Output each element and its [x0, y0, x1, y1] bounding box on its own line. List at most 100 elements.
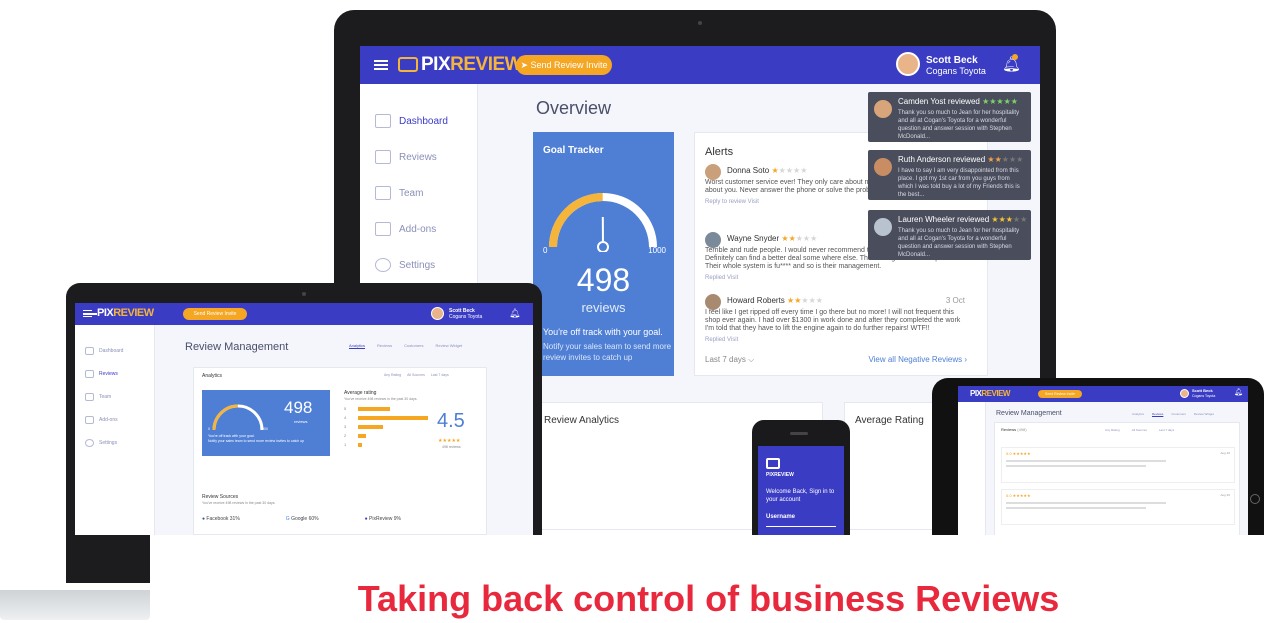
goal-tracker-card: Goal Tracker 0 1000 498 reviews You're o… [533, 132, 674, 376]
date-filter[interactable]: Last 7 days [1159, 428, 1174, 432]
rating-bar-label: 4 [344, 415, 347, 420]
avatar [705, 294, 721, 310]
phone-screen: PIXREVIEW Welcome Back, Sign in to your … [758, 446, 844, 536]
logo[interactable]: PIXREVIEW [970, 389, 1010, 398]
star-rating: 5.0 ★★★★★ [1006, 493, 1031, 498]
rating-filter[interactable]: Any Rating [1105, 428, 1120, 432]
sidebar-item-team[interactable]: Team [85, 393, 111, 401]
user-info[interactable]: Scott Beck Cogans Toyota [1192, 388, 1215, 398]
star-empty: ★★★★ [778, 166, 808, 175]
laptop-base [0, 590, 150, 620]
rating-bar-row: 2 [344, 433, 434, 439]
send-review-invite-button[interactable]: Send Review Invite [1038, 390, 1082, 398]
date-range-select[interactable]: Last 7 days ⌵ [705, 355, 754, 365]
logo-icon [766, 458, 780, 469]
sidebar-item-team[interactable]: Team [375, 186, 423, 200]
star-rating: ★★★★★ [438, 438, 461, 444]
send-review-invite-button[interactable]: Send Review Invite [183, 308, 247, 320]
review-toast[interactable]: Lauren Wheeler reviewed ★★★★★ Thank you … [868, 210, 1031, 260]
sidebar-item-label: Dashboard [399, 115, 448, 127]
review-actions[interactable]: Replied Visit [705, 336, 965, 344]
source-name: Facebook [206, 516, 229, 522]
review-date: 3 Oct [945, 296, 965, 305]
star-rating: ★★ [787, 296, 802, 305]
bell-icon[interactable]: 🔔︎ [1234, 388, 1243, 396]
user-info[interactable]: Scott Beck Cogans Toyota [449, 308, 482, 320]
tab-analytics[interactable]: Analytics [1132, 412, 1144, 416]
cart-icon [375, 222, 391, 236]
sidebar-item-label: Team [99, 394, 112, 400]
send-review-invite-button[interactable]: ➤ Send Review Invite [516, 55, 612, 75]
review-count: 498 [576, 262, 631, 298]
rating-bar-row: 1 [344, 442, 434, 448]
tab-reviews[interactable]: Reviews [1152, 412, 1163, 416]
sidebar-item-label: Dashboard [99, 348, 124, 354]
sidebar-item-reviews[interactable]: Reviews [85, 370, 118, 378]
toast-verb: reviewed [957, 215, 990, 224]
invite-label: Send Review Invite [530, 60, 608, 70]
tab-reviews[interactable]: Reviews [377, 343, 392, 348]
filter-bar: Any Rating All Sources Last 7 days [384, 373, 449, 377]
sidebar-item-add-ons[interactable]: Add-ons [85, 416, 118, 424]
tab-review-widget[interactable]: Review Widget [435, 343, 462, 348]
logo-review: REVIEW [450, 54, 523, 75]
review-card[interactable]: 5.0 ★★★★★ Aug 26 [1001, 489, 1235, 525]
rating-bar [358, 425, 383, 429]
user-company: Cogans Toyota [449, 314, 483, 320]
avg-reviews-count: 498 reviews [442, 445, 461, 449]
sidebar-item-dashboard[interactable]: Dashboard [375, 114, 448, 128]
user-info[interactable]: Scott Beck Cogans Toyota [926, 55, 986, 77]
sidebar-item-settings[interactable]: Settings [375, 258, 435, 272]
star-empty: ★★★ [1001, 155, 1024, 164]
page-title: Review Management [996, 410, 1062, 417]
review-count: 498 [284, 398, 313, 417]
rating-bar-label: 3 [344, 424, 347, 429]
top-bar: PIXREVIEW ➤ Send Review Invite Scott Bec… [360, 46, 1040, 84]
card-title: Review Analytics [544, 415, 620, 426]
rating-bar-row: 5 [344, 406, 434, 412]
goal-message: You're off track with your goal. Notify y… [543, 327, 673, 363]
source-filter[interactable]: All Sources [407, 373, 425, 377]
review-toast[interactable]: Ruth Anderson reviewed ★★★★★ I have to s… [868, 150, 1031, 200]
date-filter[interactable]: Last 7 days [431, 373, 449, 377]
avg-rating-title: Average rating [344, 390, 377, 396]
avatar[interactable] [896, 52, 920, 76]
username-input[interactable] [766, 526, 836, 527]
menu-icon[interactable] [374, 60, 388, 70]
bell-icon[interactable]: 🔔︎ [509, 308, 520, 319]
review-actions[interactable]: Replied Visit [705, 274, 965, 282]
goal-message-main: You're off track with your goal. [208, 434, 255, 438]
review-card[interactable]: 5.0 ★★★★★ Aug 26 [1001, 447, 1235, 483]
source-filter[interactable]: All Sources [1132, 428, 1147, 432]
avatar[interactable] [1180, 389, 1189, 398]
avatar [874, 100, 892, 118]
gauge-max: 1000 [260, 427, 268, 431]
sidebar-item-dashboard[interactable]: Dashboard [85, 347, 123, 355]
logo[interactable]: PIXREVIEW [97, 307, 154, 319]
tab-customers[interactable]: Customers [1171, 412, 1186, 416]
avg-rating-value: 4.5 [437, 410, 465, 432]
goal-tracker-title: Goal Tracker [543, 145, 604, 156]
toast-text: I have to say I am very disappointed fro… [898, 168, 1020, 198]
sidebar-item-add-ons[interactable]: Add-ons [375, 222, 436, 236]
alert-header: Howard Roberts ★★★★★ 3 Oct [727, 297, 965, 309]
star-rating: ★★★★★ [982, 97, 1018, 106]
reviews-card: Reviews (498) Any Rating All Sources Las… [994, 422, 1240, 536]
tab-customers[interactable]: Customers [404, 343, 423, 348]
menu-icon[interactable] [83, 310, 97, 317]
sidebar-item-reviews[interactable]: Reviews [375, 150, 437, 164]
logo[interactable]: PIXREVIEW [398, 54, 523, 76]
tablet-screen: PIXREVIEW Send Review Invite Scott Beck C… [958, 386, 1248, 536]
view-all-negative-link[interactable]: View all Negative Reviews › [868, 355, 967, 364]
username-label: Username [766, 514, 796, 520]
rating-filter[interactable]: Any Rating [384, 373, 401, 377]
alert-item[interactable]: Howard Roberts ★★★★★ 3 Oct I feel like I … [705, 294, 965, 344]
tab-analytics[interactable]: Analytics [349, 343, 365, 348]
tab-review-widget[interactable]: Review Widget [1194, 412, 1214, 416]
view-all-label: View all Negative Reviews [868, 355, 963, 364]
review-toast[interactable]: Camden Yost reviewed ★★★★★ Thank you so … [868, 92, 1031, 142]
sidebar-item-settings[interactable]: Settings [85, 439, 117, 447]
reviewer-name: Wayne Snyder [727, 234, 780, 243]
avatar[interactable] [431, 307, 444, 320]
source-pixreview: ● PixReview 9% [365, 516, 401, 522]
